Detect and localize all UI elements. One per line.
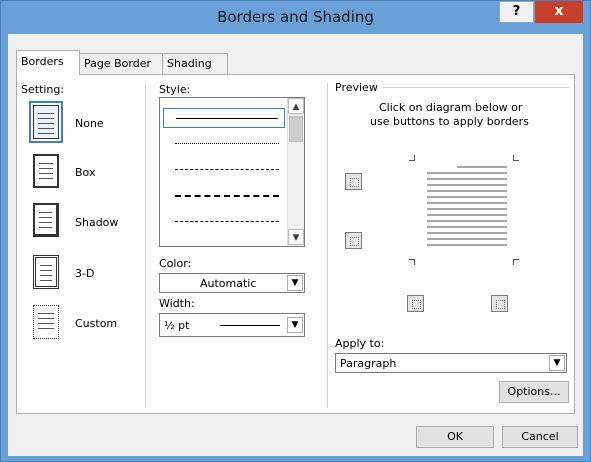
tab-shading-label: Shading bbox=[167, 57, 212, 70]
apply-to-value: Paragraph bbox=[340, 357, 397, 370]
top-border-button-icon[interactable] bbox=[345, 173, 362, 190]
style-dashed-large-item[interactable] bbox=[163, 186, 285, 206]
borders-panel: Setting: None Box Shadow 3-D Custom Styl… bbox=[16, 74, 575, 414]
setting-box-label[interactable]: Box bbox=[75, 166, 95, 179]
cancel-button[interactable]: Cancel bbox=[502, 426, 578, 448]
preview-divider bbox=[327, 83, 328, 408]
scroll-thumb[interactable] bbox=[289, 116, 303, 142]
apply-to-dropdown[interactable]: Paragraph ▼ bbox=[335, 353, 567, 373]
setting-none-label[interactable]: None bbox=[75, 117, 104, 130]
width-value: ½ pt bbox=[164, 319, 190, 332]
title-bar[interactable]: Borders and Shading ? x bbox=[1, 1, 590, 33]
style-scrollbar[interactable]: ▲ ▼ bbox=[287, 98, 304, 246]
color-dropdown[interactable]: Automatic ▼ bbox=[159, 273, 305, 293]
setting-box-icon[interactable] bbox=[33, 154, 59, 188]
dialog-window: Borders and Shading ? x Borders Page Bor… bbox=[0, 0, 591, 462]
style-list[interactable]: ▲ ▼ bbox=[159, 97, 305, 247]
setting-3d-icon[interactable] bbox=[33, 255, 59, 289]
setting-3d-label[interactable]: 3-D bbox=[75, 267, 94, 280]
chevron-down-icon[interactable]: ▼ bbox=[287, 317, 303, 333]
preview-diagram[interactable] bbox=[409, 155, 519, 265]
setting-label: Setting: bbox=[21, 83, 65, 96]
scroll-up-icon[interactable]: ▲ bbox=[288, 98, 304, 114]
width-dropdown[interactable]: ½ pt ▼ bbox=[159, 313, 305, 337]
tab-page-border-label: Page Border bbox=[84, 57, 152, 70]
help-button[interactable]: ? bbox=[499, 1, 534, 23]
setting-shadow-label[interactable]: Shadow bbox=[75, 216, 118, 229]
column-divider bbox=[145, 83, 146, 408]
scroll-down-icon[interactable]: ▼ bbox=[288, 229, 304, 245]
chevron-down-icon[interactable]: ▼ bbox=[287, 275, 303, 291]
setting-none-icon[interactable] bbox=[29, 101, 63, 143]
tab-borders-label: Borders bbox=[21, 55, 64, 68]
setting-shadow-icon[interactable] bbox=[33, 203, 59, 237]
dialog-body: Borders Page Border Shading Setting: Non… bbox=[8, 34, 583, 456]
apply-to-label: Apply to: bbox=[335, 337, 385, 350]
color-value: Automatic bbox=[200, 277, 257, 290]
right-border-button-icon[interactable] bbox=[491, 295, 508, 312]
style-dotted-item[interactable] bbox=[163, 134, 285, 154]
preview-label: Preview bbox=[335, 81, 378, 94]
left-border-button-icon[interactable] bbox=[407, 295, 424, 312]
close-button[interactable]: x bbox=[535, 1, 583, 23]
tab-page-border[interactable]: Page Border bbox=[79, 53, 163, 74]
width-sample-line bbox=[220, 325, 280, 326]
tab-shading[interactable]: Shading bbox=[162, 53, 228, 74]
preview-instructions-2: use buttons to apply borders bbox=[370, 115, 529, 128]
tab-borders[interactable]: Borders bbox=[16, 50, 80, 75]
width-label: Width: bbox=[159, 297, 195, 310]
preview-instructions-1: Click on diagram below or bbox=[379, 101, 523, 114]
style-dashed-small-item[interactable] bbox=[163, 160, 285, 180]
style-label: Style: bbox=[159, 83, 191, 96]
chevron-down-icon[interactable]: ▼ bbox=[549, 355, 565, 371]
ok-button[interactable]: OK bbox=[416, 426, 494, 448]
setting-custom-icon[interactable] bbox=[33, 305, 59, 339]
preview-rule bbox=[383, 87, 569, 88]
style-solid-item[interactable] bbox=[163, 108, 285, 128]
setting-custom-label[interactable]: Custom bbox=[75, 317, 117, 330]
color-label: Color: bbox=[159, 257, 192, 270]
bottom-border-button-icon[interactable] bbox=[345, 232, 362, 249]
style-dash-dot-item[interactable] bbox=[163, 212, 285, 232]
options-button[interactable]: Options... bbox=[499, 381, 569, 403]
